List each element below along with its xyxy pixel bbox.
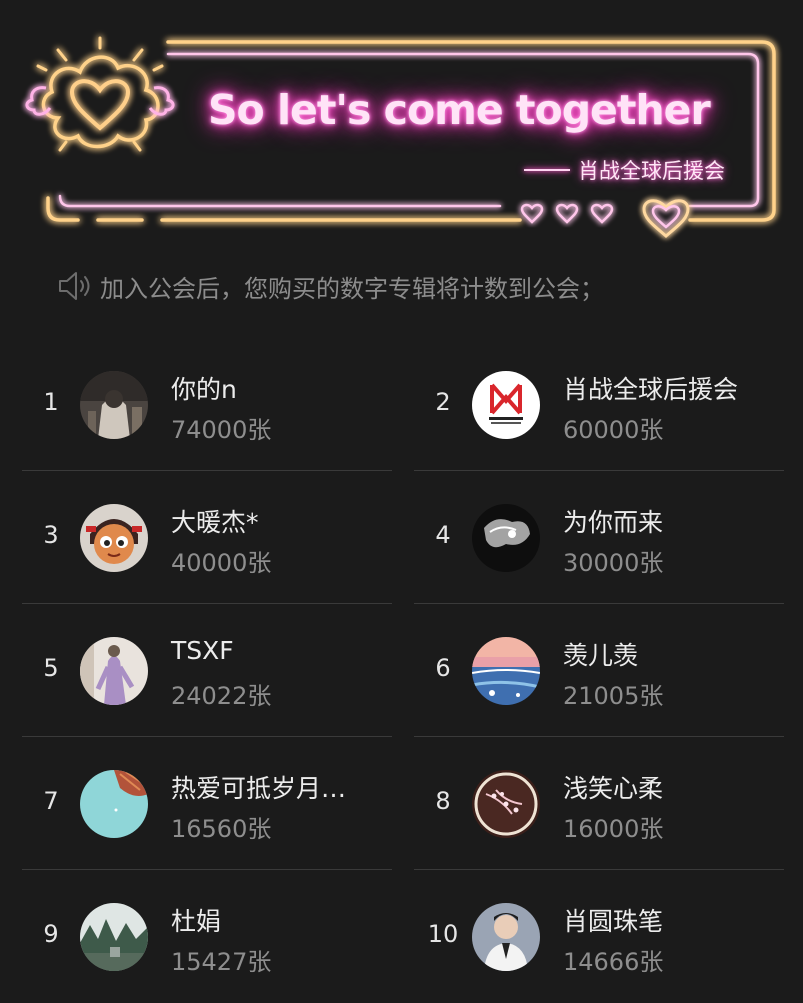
neon-banner: So let's come together 肖战全球后援会: [0, 0, 803, 250]
album-count: 16560张: [171, 815, 272, 843]
banner-subtitle: 肖战全球后援会: [524, 155, 725, 185]
album-count: 74000张: [171, 416, 272, 444]
guild-name: TSXF: [171, 636, 234, 665]
guild-name: 肖圆珠笔: [563, 907, 664, 936]
ranking-row: 3 大暖杰* 40000张 4 为你而来 30000张: [22, 471, 784, 604]
ranking-row: 7 热爱可抵岁月… 16560张 8 浅笑心柔 16000张: [22, 737, 784, 870]
notice-bar: 加入公会后，您购买的数字专辑将计数到公会；: [54, 266, 604, 306]
cloud-heart-icon: [25, 36, 175, 152]
speaker-icon: [59, 272, 90, 300]
heart-icon: [520, 203, 614, 224]
ranking-item[interactable]: 2 肖战全球后援会 60000张: [414, 338, 784, 471]
rank-number: 3: [43, 521, 59, 549]
ranking-item[interactable]: 5 TSXF 24022张: [22, 604, 392, 737]
ranking-row: 5 TSXF 24022张 6 羡儿羡 21005张: [22, 604, 784, 737]
rank-number: 5: [43, 654, 59, 682]
album-count: 30000张: [563, 549, 664, 577]
rank-number: 7: [43, 787, 59, 815]
album-count: 40000张: [171, 549, 272, 577]
album-count: 16000张: [563, 815, 664, 843]
rank-number: 8: [435, 787, 451, 815]
avatar[interactable]: [472, 371, 540, 439]
rank-number: 1: [43, 388, 59, 416]
avatar[interactable]: [472, 637, 540, 705]
ranking-item[interactable]: 10 肖圆珠笔 14666张: [414, 870, 784, 1003]
album-count: 21005张: [563, 682, 664, 710]
ranking-list: 1 你的n 74000张 2 肖战全球后援会 60000张 3 大暖杰* 400…: [22, 338, 784, 1003]
rank-number: 9: [43, 920, 59, 948]
banner-subtitle-text: 肖战全球后援会: [578, 159, 725, 183]
album-count: 14666张: [563, 948, 664, 976]
guild-name: 大暖杰*: [171, 508, 259, 537]
ranking-item[interactable]: 7 热爱可抵岁月… 16560张: [22, 737, 392, 870]
ranking-item[interactable]: 1 你的n 74000张: [22, 338, 392, 471]
ranking-item[interactable]: 4 为你而来 30000张: [414, 471, 784, 604]
subtitle-dash: [524, 169, 570, 171]
guild-name: 肖战全球后援会: [563, 375, 739, 404]
ranking-item[interactable]: 3 大暖杰* 40000张: [22, 471, 392, 604]
guild-name: 浅笑心柔: [563, 774, 664, 803]
guild-name: 羡儿羡: [563, 641, 639, 670]
album-count: 15427张: [171, 948, 272, 976]
album-count: 24022张: [171, 682, 272, 710]
notice-text: 加入公会后，您购买的数字专辑将计数到公会；: [100, 274, 604, 303]
avatar[interactable]: [80, 770, 148, 838]
rank-number: 2: [435, 388, 451, 416]
rank-number: 6: [435, 654, 451, 682]
rank-number: 10: [427, 920, 459, 948]
avatar[interactable]: [80, 903, 148, 971]
ranking-row: 9 杜娟 15427张 10 肖圆珠笔 14666张: [22, 870, 784, 1003]
guild-name: 为你而来: [563, 508, 664, 537]
avatar[interactable]: [472, 504, 540, 572]
ranking-item[interactable]: 6 羡儿羡 21005张: [414, 604, 784, 737]
banner-title: So let's come together: [208, 86, 711, 134]
rank-number: 4: [435, 521, 451, 549]
avatar[interactable]: [80, 637, 148, 705]
ranking-item[interactable]: 9 杜娟 15427张: [22, 870, 392, 1003]
guild-name: 杜娟: [171, 907, 222, 936]
avatar[interactable]: [472, 903, 540, 971]
ranking-item[interactable]: 8 浅笑心柔 16000张: [414, 737, 784, 870]
ranking-row: 1 你的n 74000张 2 肖战全球后援会 60000张: [22, 338, 784, 471]
album-count: 60000张: [563, 416, 664, 444]
guild-name: 你的n: [171, 375, 237, 404]
avatar[interactable]: [472, 770, 540, 838]
guild-name: 热爱可抵岁月…: [171, 774, 347, 803]
avatar[interactable]: [80, 371, 148, 439]
avatar[interactable]: [80, 504, 148, 572]
